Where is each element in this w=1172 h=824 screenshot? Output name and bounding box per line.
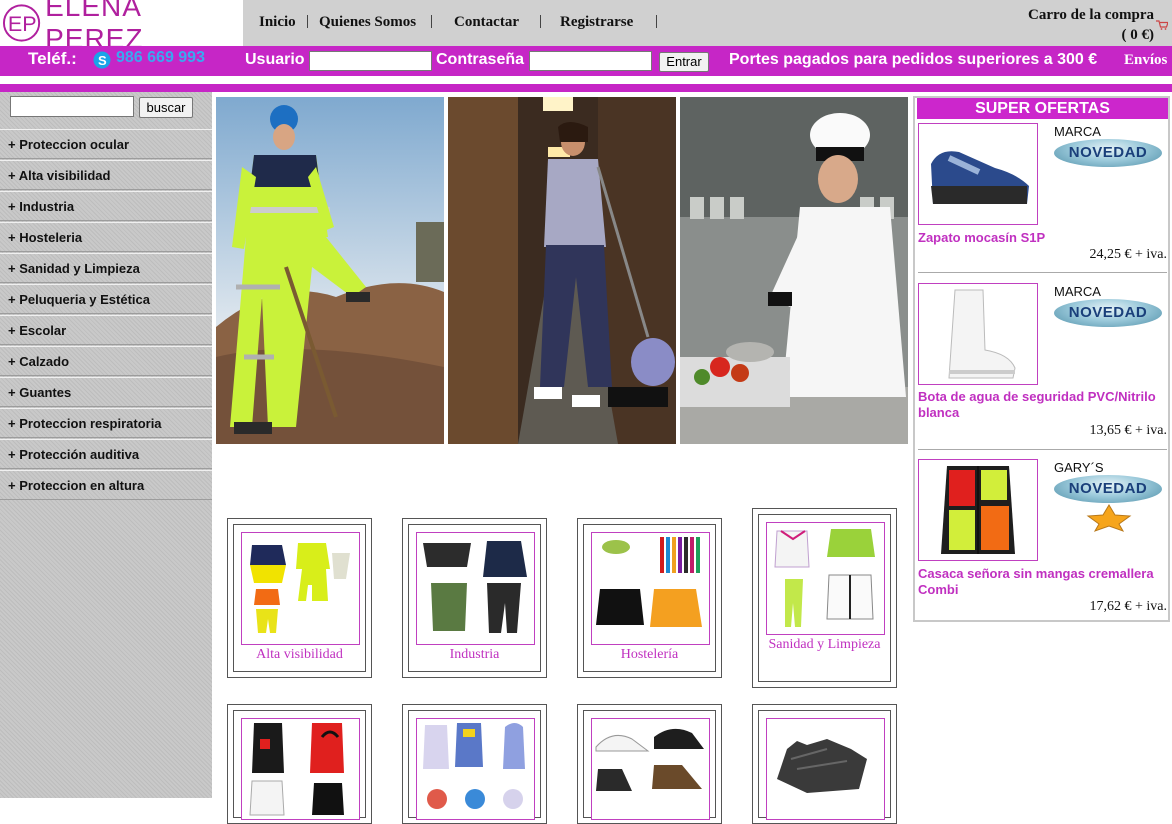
nav-separator: | xyxy=(655,13,659,29)
offer-brand: GARY´S xyxy=(1054,460,1104,475)
category-tile-hosteleria[interactable]: Hostelería xyxy=(577,518,722,678)
tile-label: Alta visibilidad xyxy=(256,647,343,662)
cart-icon[interactable] xyxy=(1156,20,1168,30)
divider xyxy=(918,272,1167,273)
tile-image xyxy=(591,718,710,820)
tile-label: Sanidad y Limpieza xyxy=(768,637,881,652)
novedad-badge: NOVEDAD xyxy=(1054,475,1162,503)
nav-separator: | xyxy=(430,13,434,29)
tile-image xyxy=(416,532,535,645)
login-button[interactable]: Entrar xyxy=(659,52,709,72)
tile-image xyxy=(241,532,360,645)
sidebar-item-industria[interactable]: + Industria xyxy=(0,191,212,221)
search-button[interactable]: buscar xyxy=(139,97,193,118)
offer-price: 17,62 € + iva. xyxy=(1089,599,1168,614)
sidebar-item-peluqueria[interactable]: + Peluqueria y Estética xyxy=(0,284,212,314)
nav-registrarse[interactable]: Registrarse xyxy=(560,14,633,31)
category-tile-escolar[interactable] xyxy=(402,704,547,824)
phone-number[interactable]: 986 669 993 xyxy=(116,49,205,67)
skype-icon[interactable]: S xyxy=(93,51,111,69)
category-tile-calzado[interactable] xyxy=(577,704,722,824)
sidebar-item-hosteleria[interactable]: + Hosteleria xyxy=(0,222,212,252)
sidebar-item-sanidad-limpieza[interactable]: + Sanidad y Limpieza xyxy=(0,253,212,283)
category-tile-alta-visibilidad[interactable]: Alta visibilidad xyxy=(227,518,372,678)
tile-image xyxy=(766,718,885,820)
search-input[interactable] xyxy=(10,96,134,117)
svg-text:S: S xyxy=(98,53,107,68)
phone-label: Teléf.: xyxy=(28,49,77,68)
sidebar-item-proteccion-altura[interactable]: + Proteccion en altura xyxy=(0,470,212,500)
offer-image-zapato[interactable] xyxy=(918,123,1038,225)
shipping-link[interactable]: Envíos xyxy=(1124,52,1167,69)
category-tile-peluqueria[interactable] xyxy=(227,704,372,824)
super-offers-title: SUPER OFERTAS xyxy=(917,98,1168,119)
sidebar-item-calzado[interactable]: + Calzado xyxy=(0,346,212,376)
svg-text:EP: EP xyxy=(8,12,37,36)
password-label: Contraseña xyxy=(436,51,525,68)
star-icon xyxy=(1086,504,1132,532)
divider xyxy=(918,449,1167,450)
tile-image xyxy=(241,718,360,820)
nav-quienes-somos[interactable]: Quienes Somos xyxy=(319,14,416,31)
offer-name[interactable]: Zapato mocasín S1P xyxy=(918,230,1168,246)
tile-image xyxy=(416,718,535,820)
category-tile-sanidad-limpieza[interactable]: Sanidad y Limpieza xyxy=(752,508,897,688)
nav-inicio[interactable]: Inicio xyxy=(259,14,296,31)
sidebar-item-guantes[interactable]: + Guantes xyxy=(0,377,212,407)
offer-image-bota[interactable] xyxy=(918,283,1038,385)
offer-name[interactable]: Casaca señora sin mangas cremallera Comb… xyxy=(918,566,1168,598)
offer-name[interactable]: Bota de agua de seguridad PVC/Nitrilo bl… xyxy=(918,389,1168,421)
hero-photo-chef[interactable] xyxy=(680,97,908,444)
sidebar-item-proteccion-auditiva[interactable]: + Protección auditiva xyxy=(0,439,212,469)
offer-price: 13,65 € + iva. xyxy=(1089,423,1168,438)
site-logo[interactable]: EP ELENA PEREZ xyxy=(0,0,243,54)
accent-stripe xyxy=(0,84,1172,92)
hero-photo-construction-worker[interactable] xyxy=(216,97,444,444)
offer-image-casaca[interactable] xyxy=(918,459,1038,561)
category-tile-guantes[interactable] xyxy=(752,704,897,824)
nav-contactar[interactable]: Contactar xyxy=(454,14,519,31)
offer-price: 24,25 € + iva. xyxy=(1089,247,1168,262)
hero-photo-cleaning-staff[interactable] xyxy=(448,97,676,444)
offer-brand: MARCA xyxy=(1054,124,1101,139)
tile-label: Industria xyxy=(449,647,500,662)
tile-image xyxy=(766,522,885,635)
sidebar-item-escolar[interactable]: + Escolar xyxy=(0,315,212,345)
tile-image xyxy=(591,532,710,645)
password-input[interactable] xyxy=(529,51,652,71)
cart-total: ( 0 €) xyxy=(1121,27,1155,43)
sidebar-item-proteccion-respiratoria[interactable]: + Proteccion respiratoria xyxy=(0,408,212,438)
cart-label: Carro de la compra xyxy=(1028,7,1154,23)
sidebar-item-alta-visibilidad[interactable]: + Alta visibilidad xyxy=(0,160,212,190)
novedad-badge: NOVEDAD xyxy=(1054,299,1162,327)
category-tile-industria[interactable]: Industria xyxy=(402,518,547,678)
offer-brand: MARCA xyxy=(1054,284,1101,299)
sidebar-item-proteccion-ocular[interactable]: + Proteccion ocular xyxy=(0,129,212,159)
logo-monogram: EP xyxy=(2,4,41,42)
shopping-cart[interactable]: Carro de la compra ( 0 €) xyxy=(1028,5,1154,45)
user-label: Usuario xyxy=(245,51,305,68)
novedad-badge: NOVEDAD xyxy=(1054,139,1162,167)
shipping-notice: Portes pagados para pedidos superiores a… xyxy=(729,51,1098,68)
tile-label: Hostelería xyxy=(620,647,679,662)
nav-separator: | xyxy=(306,13,310,29)
nav-separator: | xyxy=(539,13,543,29)
username-input[interactable] xyxy=(309,51,432,71)
